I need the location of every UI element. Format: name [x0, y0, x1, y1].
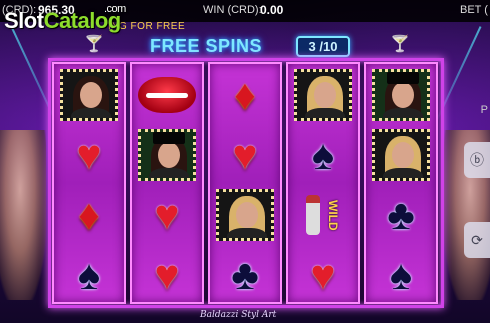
info-icon: ⓑ	[470, 152, 484, 168]
symbol-heart: ♥	[291, 246, 355, 304]
lips-icon	[138, 77, 196, 113]
symbol-club: ♣	[369, 186, 433, 244]
symbol-heart: ♥	[213, 126, 277, 184]
symbol-club: ♣	[213, 246, 277, 304]
reel-3: ♦ ♥ ♣	[208, 62, 282, 304]
brand-logo: SlotCatalog .com	[4, 3, 126, 33]
artist-signature: Baldazzi Styl Art	[200, 310, 277, 320]
portrait-blonde-icon	[294, 69, 352, 121]
symbol-spade: ♠	[57, 246, 121, 304]
symbol-portrait-blonde	[291, 66, 355, 124]
heart-icon: ♥	[154, 191, 180, 238]
wild-figure-icon	[306, 195, 320, 235]
heart-icon: ♥	[232, 131, 258, 178]
diamond-icon: ♦	[78, 191, 100, 238]
symbol-lips	[135, 66, 199, 124]
side-p-label: P	[480, 104, 488, 116]
win-value: 0.00	[260, 3, 284, 17]
free-spins-counter: 3 /10	[296, 36, 350, 57]
reel-2: ♥ ♥	[130, 62, 204, 304]
dancer-left	[0, 130, 46, 300]
bet-label: BET (	[460, 4, 488, 16]
club-icon: ♣	[231, 251, 259, 298]
paytable-button[interactable]: ⓑ	[464, 142, 490, 178]
heart-icon: ♥	[76, 131, 102, 178]
cocktail-glass-icon: 🍸	[390, 36, 410, 53]
symbol-heart: ♥	[135, 246, 199, 304]
symbol-portrait-brunette	[57, 66, 121, 124]
reel-4: ♠ WILD ♥	[286, 62, 360, 304]
club-icon: ♣	[387, 191, 415, 238]
spade-icon: ♠	[389, 251, 413, 298]
heart-icon: ♥	[154, 251, 180, 298]
portrait-hat-icon	[372, 69, 430, 121]
symbol-spade: ♠	[369, 246, 433, 304]
symbol-portrait-blonde	[369, 126, 433, 184]
symbol-portrait-hat	[135, 126, 199, 184]
portrait-hat-icon	[138, 129, 196, 181]
free-spins-title: FREE SPINS	[150, 36, 263, 56]
spade-icon: ♠	[77, 251, 101, 298]
portrait-blonde-icon	[216, 189, 274, 241]
symbol-spade: ♠	[291, 126, 355, 184]
reel-5: ♣ ♠	[364, 62, 438, 304]
heart-icon: ♥	[310, 251, 336, 298]
reel-1: ♥ ♦ ♠	[52, 62, 126, 304]
wild-label: WILD	[326, 199, 340, 231]
win-label: WIN (CRD):	[203, 4, 262, 16]
portrait-brunette-icon	[60, 69, 118, 121]
portrait-blonde-icon	[372, 129, 430, 181]
refresh-button[interactable]: ⟳	[464, 222, 490, 258]
spade-icon: ♠	[311, 131, 335, 178]
refresh-icon: ⟳	[471, 231, 483, 248]
symbol-diamond: ♦	[57, 186, 121, 244]
symbol-portrait-blonde	[213, 186, 277, 244]
symbol-heart: ♥	[57, 126, 121, 184]
symbol-wild: WILD	[291, 186, 355, 244]
symbol-diamond: ♦	[213, 66, 277, 124]
diamond-icon: ♦	[234, 71, 256, 118]
symbol-heart: ♥	[135, 186, 199, 244]
symbol-portrait-hat	[369, 66, 433, 124]
cocktail-glass-icon: 🍸	[84, 36, 104, 53]
